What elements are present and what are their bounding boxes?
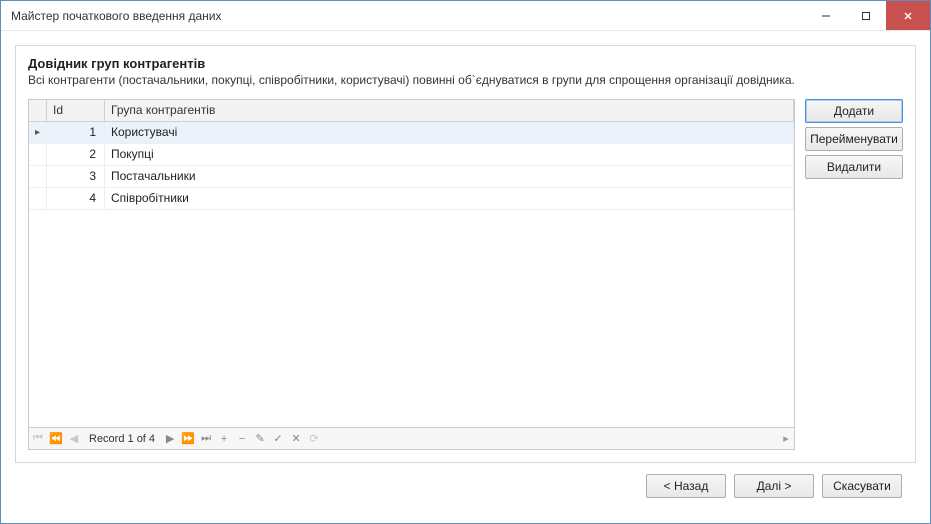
cell-group: Постачальники — [105, 166, 794, 187]
delete-button[interactable]: Видалити — [805, 155, 903, 179]
nav-next-page-icon[interactable]: ⏩ — [179, 429, 197, 449]
nav-prev-page-icon[interactable]: ⏪ — [47, 429, 65, 449]
nav-add-icon[interactable]: + — [215, 429, 233, 449]
window-controls — [806, 1, 930, 30]
column-header-id[interactable]: Id — [47, 100, 105, 121]
cell-group: Співробітники — [105, 188, 794, 209]
panel-subtext: Всі контрагенти (постачальники, покупці,… — [28, 73, 903, 87]
wizard-footer: < Назад Далі > Скасувати — [15, 463, 916, 509]
column-header-group[interactable]: Група контрагентів — [105, 100, 794, 121]
cell-id: 4 — [47, 188, 105, 209]
nav-first-icon[interactable]: ⏮ — [29, 429, 47, 449]
add-button[interactable]: Додати — [805, 99, 903, 123]
nav-remove-icon[interactable]: − — [233, 429, 251, 449]
content-area: Довідник груп контрагентів Всі контраген… — [1, 31, 930, 523]
data-grid[interactable]: Id Група контрагентів ▸1Користувачі2Поку… — [28, 99, 795, 450]
back-button[interactable]: < Назад — [646, 474, 726, 498]
close-button[interactable] — [886, 1, 930, 30]
row-indicator-icon: ▸ — [29, 122, 47, 143]
main-panel: Довідник груп контрагентів Всі контраген… — [15, 45, 916, 463]
wizard-window: Майстер початкового введення даних Довід… — [0, 0, 931, 524]
titlebar: Майстер початкового введення даних — [1, 1, 930, 31]
cell-id: 2 — [47, 144, 105, 165]
table-row[interactable]: 4Співробітники — [29, 188, 794, 210]
panel-body: Id Група контрагентів ▸1Користувачі2Поку… — [28, 99, 903, 450]
nav-accept-icon[interactable]: ✓ — [269, 429, 287, 449]
maximize-button[interactable] — [846, 1, 886, 30]
nav-prev-icon[interactable]: ◀ — [65, 429, 83, 449]
panel-heading: Довідник груп контрагентів — [28, 56, 903, 71]
cell-group: Користувачі — [105, 122, 794, 143]
grid-header: Id Група контрагентів — [29, 100, 794, 122]
row-indicator-icon — [29, 166, 47, 187]
minimize-button[interactable] — [806, 1, 846, 30]
row-indicator-icon — [29, 144, 47, 165]
row-indicator-icon — [29, 188, 47, 209]
record-position-text: Record 1 of 4 — [83, 433, 161, 445]
cell-id: 1 — [47, 122, 105, 143]
nav-cancel-icon[interactable]: ✕ — [287, 429, 305, 449]
cell-group: Покупці — [105, 144, 794, 165]
next-button[interactable]: Далі > — [734, 474, 814, 498]
nav-refresh-icon[interactable]: ⟳ — [305, 429, 323, 449]
side-button-panel: Додати Перейменувати Видалити — [805, 99, 903, 450]
window-title: Майстер початкового введення даних — [11, 9, 806, 23]
table-row[interactable]: ▸1Користувачі — [29, 122, 794, 144]
rename-button[interactable]: Перейменувати — [805, 127, 903, 151]
nav-edit-icon[interactable]: ✎ — [251, 429, 269, 449]
record-navigator: ⏮ ⏪ ◀ Record 1 of 4 ▶ ⏩ ⏭ + − ✎ ✓ ✕ ⟳ — [29, 427, 794, 449]
table-row[interactable]: 3Постачальники — [29, 166, 794, 188]
grid-rows: ▸1Користувачі2Покупці3Постачальники4Спів… — [29, 122, 794, 427]
cancel-button[interactable]: Скасувати — [822, 474, 902, 498]
nav-last-icon[interactable]: ⏭ — [197, 429, 215, 449]
cell-id: 3 — [47, 166, 105, 187]
nav-scroll-right-icon[interactable]: ▸ — [778, 429, 794, 449]
nav-next-icon[interactable]: ▶ — [161, 429, 179, 449]
table-row[interactable]: 2Покупці — [29, 144, 794, 166]
row-indicator-header — [29, 100, 47, 121]
